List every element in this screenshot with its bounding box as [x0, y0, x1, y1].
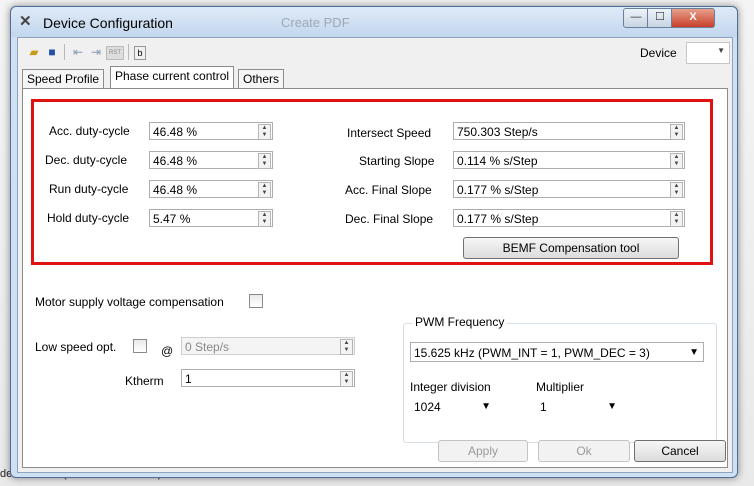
ok-button[interactable]: Ok — [538, 440, 630, 462]
low-speed-label: Low speed opt. — [35, 340, 117, 354]
spinner-icon[interactable]: ▲ ▼ — [340, 371, 353, 387]
acc-duty-cycle-field[interactable]: 46.48 % ▲ ▼ — [149, 122, 273, 140]
phase-current-control-panel: Acc. duty-cycle 46.48 % ▲ ▼ Dec. duty-cycl… — [22, 88, 728, 468]
low-speed-checkbox[interactable] — [133, 339, 147, 353]
at-label: @ — [161, 344, 174, 358]
save-icon[interactable]: ■ — [44, 44, 60, 60]
intersect-speed-field[interactable]: 750.303 Step/s ▲ ▼ — [453, 122, 685, 140]
tab-others[interactable]: Others — [238, 69, 285, 88]
dec-final-slope-field[interactable]: 0.177 % s/Step ▲ ▼ — [453, 209, 685, 227]
dec-duty-cycle-field[interactable]: 46.48 % ▲ ▼ — [149, 151, 273, 169]
info-icon[interactable]: b — [134, 46, 146, 60]
pwm-frequency-select[interactable]: 15.625 kHz (PWM_INT = 1, PWM_DEC = 3) ▼ — [410, 342, 704, 362]
acc-duty-cycle-label: Acc. duty-cycle — [49, 124, 130, 138]
device-select[interactable]: ▼ — [686, 42, 730, 64]
toolbar-separator — [64, 44, 65, 60]
tools-icon: ✕ — [19, 13, 32, 30]
chevron-down-icon: ▼ — [481, 401, 491, 412]
run-duty-cycle-label: Run duty-cycle — [49, 182, 129, 196]
cancel-button[interactable]: Cancel — [634, 440, 726, 462]
motor-supply-checkbox[interactable] — [249, 294, 263, 308]
integer-division-select[interactable]: 1024 ▼ — [410, 396, 496, 416]
pwm-frequency-title: PWM Frequency — [412, 315, 508, 329]
integer-division-label: Integer division — [410, 380, 491, 394]
spinner-icon[interactable]: ▲ ▼ — [670, 124, 683, 140]
spinner-icon[interactable]: ▲ ▼ — [670, 211, 683, 227]
toolbar: ▰ ■ ⇤ ⇥ RST b Device ▼ — [18, 38, 732, 66]
pwm-frequency-group: PWM Frequency 15.625 kHz (PWM_INT = 1, P… — [403, 315, 717, 443]
motor-supply-label: Motor supply voltage compensation — [35, 295, 224, 309]
device-configuration-window: ✕ Device Configuration Create PDF — ☐ X … — [10, 6, 738, 478]
run-duty-cycle-field[interactable]: 46.48 % ▲ ▼ — [149, 180, 273, 198]
ktherm-field[interactable]: 1 ▲ ▼ — [181, 369, 355, 387]
reset-icon[interactable]: RST — [106, 46, 124, 60]
multiplier-label: Multiplier — [536, 380, 585, 394]
background-create-pdf: Create PDF — [281, 15, 350, 30]
chevron-down-icon: ▼ — [607, 401, 617, 412]
dec-final-slope-label: Dec. Final Slope — [345, 212, 434, 226]
hold-duty-cycle-label: Hold duty-cycle — [47, 211, 130, 225]
spinner-icon[interactable]: ▲ ▼ — [670, 153, 683, 169]
minimize-button[interactable]: — — [623, 8, 649, 28]
toolbar-separator — [128, 44, 129, 60]
open-folder-icon[interactable]: ▰ — [26, 44, 42, 60]
import-icon[interactable]: ⇤ — [70, 44, 86, 60]
starting-slope-label: Starting Slope — [359, 154, 435, 168]
low-speed-field[interactable]: 0 Step/s ▲ ▼ — [181, 337, 355, 355]
title-bar[interactable]: ✕ Device Configuration Create PDF — ☐ X — [11, 7, 737, 37]
maximize-button[interactable]: ☐ — [647, 8, 673, 28]
dec-duty-cycle-label: Dec. duty-cycle — [45, 153, 128, 167]
hold-duty-cycle-field[interactable]: 5.47 % ▲ ▼ — [149, 209, 273, 227]
multiplier-select[interactable]: 1 ▼ — [536, 396, 622, 416]
spinner-icon[interactable]: ▲ ▼ — [258, 211, 271, 227]
window-title: Device Configuration — [43, 15, 173, 31]
spinner-icon[interactable]: ▲ ▼ — [340, 339, 353, 355]
bemf-compensation-button[interactable]: BEMF Compensation tool — [463, 237, 679, 259]
client-area: ▰ ■ ⇤ ⇥ RST b Device ▼ Speed Profile Pha… — [17, 37, 733, 473]
acc-final-slope-field[interactable]: 0.177 % s/Step ▲ ▼ — [453, 180, 685, 198]
apply-button[interactable]: Apply — [438, 440, 528, 462]
device-label: Device — [640, 46, 677, 60]
spinner-icon[interactable]: ▲ ▼ — [258, 153, 271, 169]
intersect-speed-label: Intersect Speed — [347, 126, 432, 140]
ktherm-label: Ktherm — [125, 374, 164, 388]
spinner-icon[interactable]: ▲ ▼ — [258, 182, 271, 198]
chevron-down-icon: ▼ — [689, 347, 699, 358]
export-icon[interactable]: ⇥ — [88, 44, 104, 60]
spinner-icon[interactable]: ▲ ▼ — [670, 182, 683, 198]
spinner-icon[interactable]: ▲ ▼ — [258, 124, 271, 140]
tab-speed-profile[interactable]: Speed Profile — [22, 69, 105, 88]
tab-phase-current-control[interactable]: Phase current control — [110, 66, 235, 88]
close-button[interactable]: X — [671, 8, 715, 28]
starting-slope-field[interactable]: 0.114 % s/Step ▲ ▼ — [453, 151, 685, 169]
chevron-down-icon: ▼ — [717, 46, 725, 55]
acc-final-slope-label: Acc. Final Slope — [345, 183, 432, 197]
